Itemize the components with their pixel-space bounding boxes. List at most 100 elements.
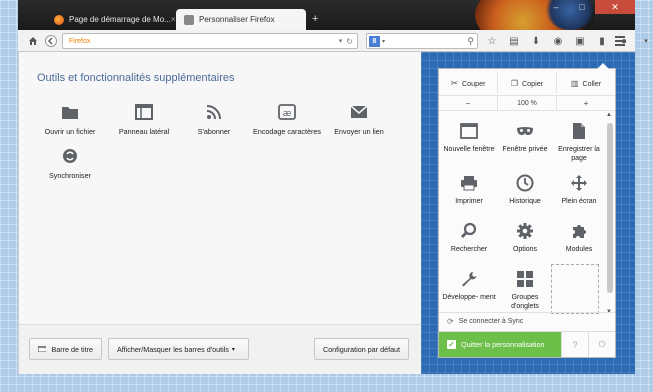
url-dropdown-icon[interactable]: ▾ [339,37,343,45]
bookmarks-menu-icon[interactable]: ▤ [504,32,524,50]
titlebar: Page de démarrage de Mo... × Personnalis… [18,0,635,30]
new-tab-icon[interactable]: + [312,13,318,25]
customize-tab-icon [184,14,194,25]
page-icon [551,119,607,143]
panel-item-history[interactable]: Historique [497,171,553,206]
paste-label: Coller [582,78,602,88]
printer-icon [441,171,497,195]
panel-item-label: Fenêtre privée [502,146,548,153]
search-bar[interactable]: 8 ▾ ⚲ [366,33,478,49]
url-text: Firefox [69,37,91,45]
bookmark-star-icon[interactable]: ☆ [482,32,502,50]
customize-footer: Barre de titre Afficher/Masquer les barr… [19,324,421,374]
panel-item-label: Modules [565,246,593,253]
sidebar-icon [109,100,179,124]
search-icon[interactable]: ⚲ [467,36,474,47]
panel-item-label: Historique [509,198,541,205]
help-icon[interactable]: ? [561,332,588,357]
tool-sidebar[interactable]: Panneau latéral [109,100,179,136]
tool-sync[interactable]: Synchroniser [35,144,105,180]
panel-item-label: Options [512,246,538,253]
zoom-level[interactable]: 100 % [497,96,557,110]
wrench-icon [441,267,497,291]
toolbars-button[interactable]: Afficher/Masquer les barres d'outils ▾ [108,338,249,360]
empty-panel-slot [551,264,599,314]
copy-button[interactable]: ❐ Copier [498,73,557,93]
download-icon[interactable]: ⬇ [526,32,546,50]
firefox-tab-icon [54,14,64,25]
panel-item-label: Plein écran [561,198,597,205]
envelope-icon [324,100,394,124]
titlebar-icon [38,345,47,353]
titlebar-button[interactable]: Barre de titre [29,338,102,360]
zoom-out-button[interactable]: − [439,96,497,110]
tag-icon[interactable]: ▮ [592,32,612,50]
back-icon[interactable] [42,32,60,50]
menu-button[interactable] [611,32,629,50]
url-bar[interactable]: Firefox ▾ ↻ [62,33,358,49]
tool-encoding[interactable]: æ Encodage caractères [252,100,322,136]
sync-signin[interactable]: ⟳ Se connecter à Sync [439,312,615,330]
panel-scrollbar[interactable]: ▲ ▼ [606,112,613,315]
panel-item-save-page[interactable]: Enregistrer la page [551,119,607,163]
restore-defaults-button[interactable]: Configuration par défaut [314,338,409,360]
panel-item-find[interactable]: Rechercher [441,219,497,254]
power-icon[interactable]: ⏻ [588,332,615,357]
panel-item-print[interactable]: Imprimer [441,171,497,206]
zoom-in-button[interactable]: + [557,96,615,110]
panel-item-addons[interactable]: Modules [551,219,607,254]
panel-item-new-window[interactable]: Nouvelle fenêtre [441,119,497,154]
panel-item-label: Rechercher [450,246,488,253]
scrollbar-thumb[interactable] [607,123,613,293]
clock-icon [497,171,553,195]
titlebar-label: Barre de titre [51,344,93,354]
panel-item-fullscreen[interactable]: Plein écran [551,171,607,206]
puzzle-icon [551,219,607,243]
restore-defaults-label: Configuration par défaut [322,344,401,354]
tool-label: Synchroniser [49,171,91,180]
customize-area: Outils et fonctionnalités supplémentaire… [18,52,421,374]
tool-subscribe[interactable]: S'abonner [179,100,249,136]
cut-button[interactable]: ✂ Couper [439,73,498,93]
encoding-icon: æ [252,100,322,124]
reload-icon[interactable]: ↻ [346,37,353,46]
exit-customize-button[interactable]: ✓ Quitter la personnalisation [439,332,561,357]
tool-label: Encodage caractères [253,127,321,136]
menu-panel: ✂ Couper ❐ Copier ▥ Coller − 100 % + Nou… [438,63,616,358]
tab-start-page[interactable]: Page de démarrage de Mo... × [46,9,176,30]
pocket-icon[interactable]: ▣ [570,32,590,50]
panel-item-label: Imprimer [455,198,483,205]
addon-icon[interactable]: ◉ [548,32,568,50]
folder-icon [35,100,105,124]
tab-label: Page de démarrage de Mo... [69,15,171,24]
close-window-button[interactable]: ✕ [595,0,635,14]
maximize-button[interactable]: □ [569,0,595,14]
mask-icon [497,119,553,143]
panel-item-private-window[interactable]: Fenêtre privée [497,119,553,154]
checkmark-icon: ✓ [447,340,456,349]
close-tab-icon[interactable]: × [171,15,176,24]
edit-controls: ✂ Couper ❐ Copier ▥ Coller [439,73,615,93]
panel-item-developer[interactable]: Développe- ment [441,267,497,302]
tool-label: S'abonner [197,127,231,136]
paste-button[interactable]: ▥ Coller [557,73,615,93]
home-icon[interactable] [24,32,42,50]
dropdown-icon: ▾ [231,346,235,353]
panel-item-label: Groupes d'onglets [511,294,539,310]
copy-label: Copier [521,78,544,88]
sync-icon [35,144,105,168]
panel-item-tab-groups[interactable]: Groupes d'onglets [497,267,553,311]
tool-open-file[interactable]: Ouvrir un fichier [35,100,105,136]
tab-label: Personnaliser Firefox [199,15,275,24]
search-engine-icon[interactable]: 8 [369,35,380,47]
panel-item-label: Enregistrer la page [558,146,600,162]
scroll-up-icon[interactable]: ▲ [606,112,612,118]
panel-item-options[interactable]: Options [497,219,553,254]
dropdown-icon[interactable]: ▾ [636,32,653,50]
magnifier-icon [441,219,497,243]
minimize-button[interactable]: – [543,0,569,14]
zoom-controls: − 100 % + [439,95,615,111]
search-engine-dropdown-icon[interactable]: ▾ [382,38,385,45]
tool-send-link[interactable]: Envoyer un lien [324,100,394,136]
tab-customize[interactable]: Personnaliser Firefox [176,9,306,30]
